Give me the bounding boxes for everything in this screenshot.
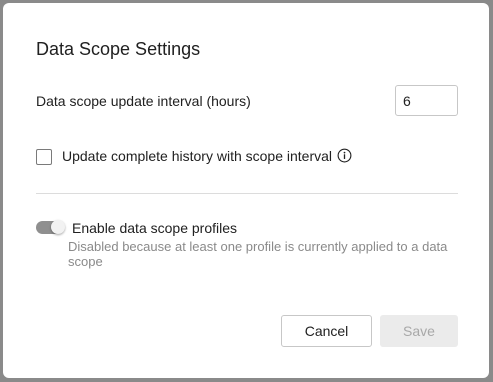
profiles-label: Enable data scope profiles (72, 220, 237, 236)
section-divider (36, 193, 458, 194)
toggle-knob (51, 220, 65, 234)
complete-history-label: Update complete history with scope inter… (62, 148, 333, 164)
update-interval-input[interactable] (395, 85, 458, 116)
save-button[interactable]: Save (380, 315, 458, 347)
update-interval-label: Data scope update interval (hours) (36, 93, 251, 109)
dialog-title: Data Scope Settings (36, 39, 201, 59)
info-circle-icon[interactable] (337, 148, 352, 163)
complete-history-checkbox[interactable] (36, 149, 52, 165)
profiles-toggle[interactable] (36, 220, 65, 234)
data-scope-settings-dialog: Data Scope Settings Data scope update in… (3, 3, 489, 378)
cancel-button[interactable]: Cancel (281, 315, 372, 347)
profiles-disabled-description: Disabled because at least one profile is… (68, 239, 448, 269)
